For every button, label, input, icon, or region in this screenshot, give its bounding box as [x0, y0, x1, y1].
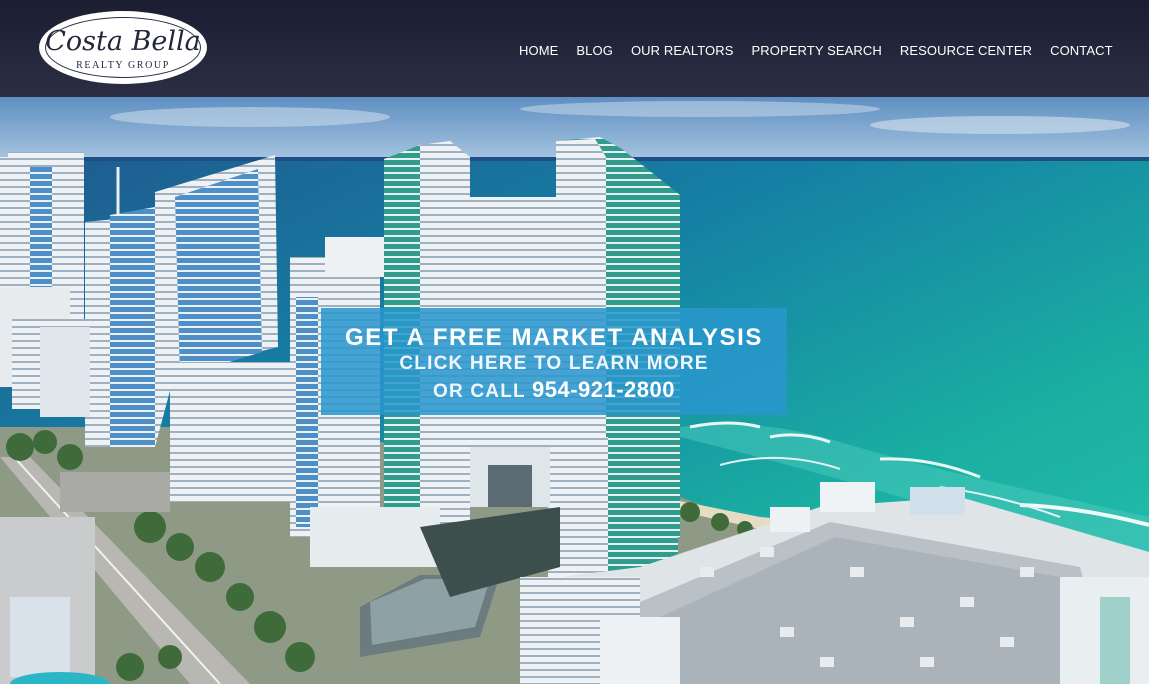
site-header: Costa Bella REALTY GROUP HOME BLOG OUR R… — [0, 0, 1149, 97]
cta-phone-number[interactable]: 954-921-2800 — [532, 377, 675, 402]
cta-learn-more: CLICK HERE TO LEARN MORE — [399, 353, 709, 374]
cta-call-prefix: OR CALL — [433, 381, 526, 402]
nav-resource-center[interactable]: RESOURCE CENTER — [900, 43, 1032, 58]
market-analysis-cta[interactable]: GET A FREE MARKET ANALYSIS CLICK HERE TO… — [321, 308, 787, 415]
nav-property-search[interactable]: PROPERTY SEARCH — [752, 43, 882, 58]
main-nav: HOME BLOG OUR REALTORS PROPERTY SEARCH R… — [519, 43, 1113, 58]
nav-blog[interactable]: BLOG — [576, 43, 613, 58]
logo-subtitle: REALTY GROUP — [76, 60, 170, 71]
nav-contact[interactable]: CONTACT — [1050, 43, 1113, 58]
cta-call-line: OR CALL 954-921-2800 — [321, 377, 787, 403]
nav-home[interactable]: HOME — [519, 43, 558, 58]
nav-our-realtors[interactable]: OUR REALTORS — [631, 43, 734, 58]
brand-logo[interactable]: Costa Bella REALTY GROUP — [39, 11, 207, 84]
cta-title: GET A FREE MARKET ANALYSIS — [344, 324, 764, 351]
logo-script-text: Costa Bella — [45, 26, 201, 57]
